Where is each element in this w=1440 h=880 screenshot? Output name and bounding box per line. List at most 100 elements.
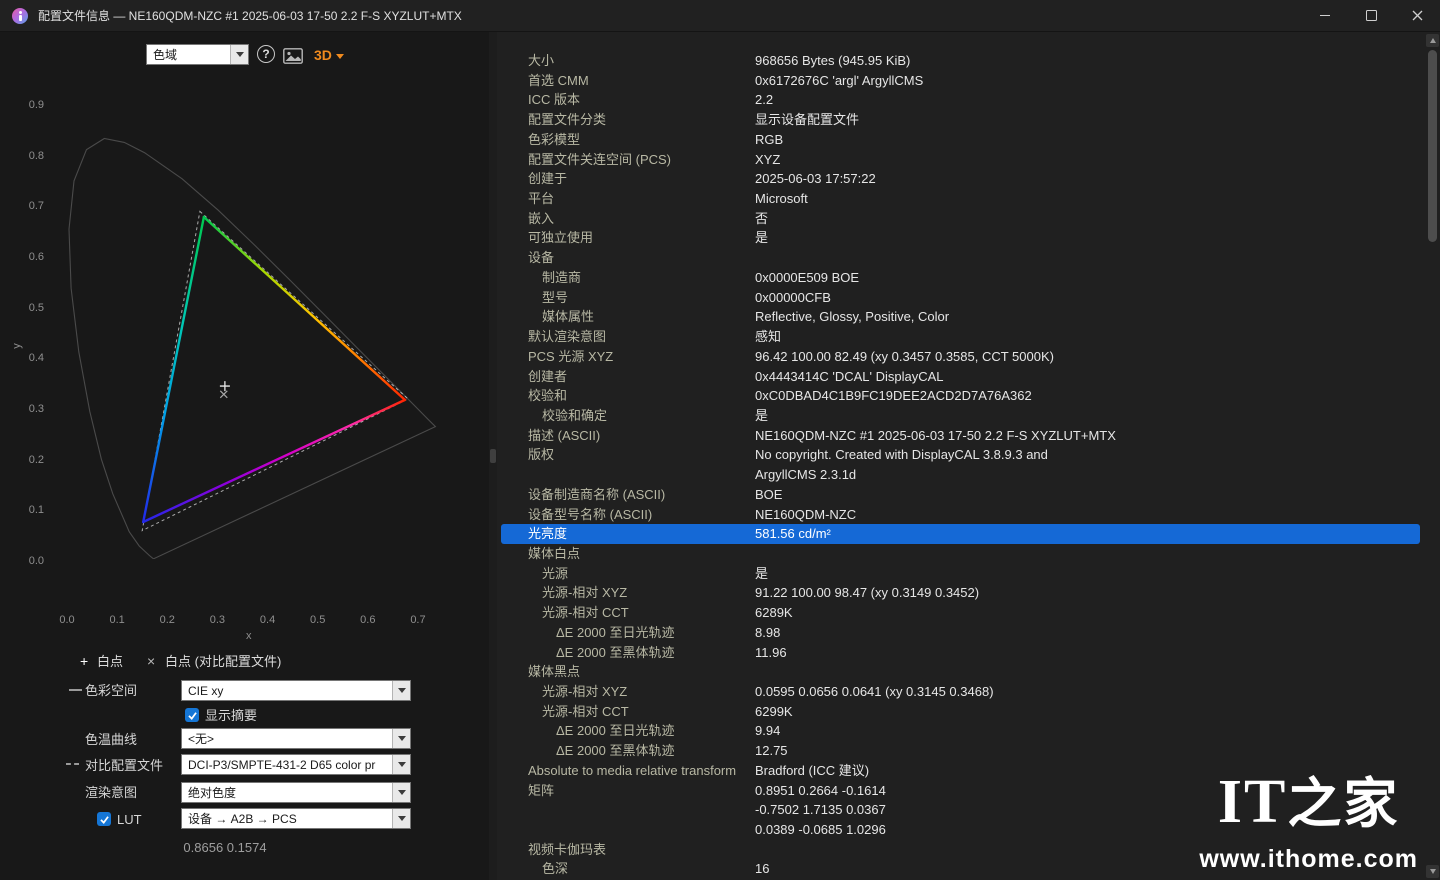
property-value: 11.96 bbox=[755, 643, 1420, 663]
show-summary-label: 显示摘要 bbox=[205, 708, 257, 723]
property-value: 9.94 bbox=[755, 721, 1420, 741]
temperature-curve-label: 色温曲线 bbox=[85, 732, 137, 747]
rendering-intent-value: 绝对色度 bbox=[182, 783, 392, 802]
property-row[interactable]: 色彩模型RGB bbox=[501, 130, 1420, 150]
property-value: 0.0595 0.0656 0.0641 (xy 0.3145 0.3468) bbox=[755, 682, 1420, 702]
property-label: 大小 bbox=[501, 51, 755, 71]
minimize-icon bbox=[1320, 15, 1330, 17]
property-row[interactable]: 媒体黑点 bbox=[501, 662, 1420, 682]
property-row[interactable]: 光源-相对 CCT6299K bbox=[501, 702, 1420, 722]
property-row[interactable]: 设备型号名称 (ASCII)NE160QDM-NZC bbox=[501, 505, 1420, 525]
property-row[interactable]: ΔE 2000 至日光轨迹9.94 bbox=[501, 721, 1420, 741]
chevron-up-icon bbox=[1430, 38, 1436, 43]
property-value: 否 bbox=[755, 209, 1420, 229]
panel-splitter[interactable] bbox=[489, 32, 497, 880]
property-label: 光源-相对 CCT bbox=[501, 702, 755, 722]
rendering-intent-label: 渲染意图 bbox=[85, 785, 137, 800]
scroll-up-button[interactable] bbox=[1426, 34, 1439, 47]
property-row[interactable]: ΔE 2000 至黑体轨迹12.75 bbox=[501, 741, 1420, 761]
property-row[interactable]: 光源-相对 XYZ91.22 100.00 98.47 (xy 0.3149 0… bbox=[501, 583, 1420, 603]
property-row[interactable]: 色深16 bbox=[501, 859, 1420, 879]
property-row[interactable]: 矩阵0.8951 0.2664 -0.1614 -0.7502 1.7135 0… bbox=[501, 781, 1420, 840]
property-row[interactable]: 配置文件分类显示设备配置文件 bbox=[501, 110, 1420, 130]
property-row[interactable]: 制造商0x0000E509 BOE bbox=[501, 268, 1420, 288]
property-row[interactable]: 首选 CMM0x6172676C 'argl' ArgyllCMS bbox=[501, 71, 1420, 91]
property-row[interactable]: 校验和0xC0DBAD4C1B9FC19DEE2ACD2D7A76A362 bbox=[501, 386, 1420, 406]
property-value: 6299K bbox=[755, 702, 1420, 722]
property-label: 光亮度 bbox=[501, 524, 755, 544]
property-label: 设备制造商名称 (ASCII) bbox=[501, 485, 755, 505]
property-row[interactable]: 描述 (ASCII)NE160QDM-NZC #1 2025-06-03 17-… bbox=[501, 426, 1420, 446]
temperature-curve-select[interactable]: <无> bbox=[181, 728, 411, 749]
property-value: 968656 Bytes (945.95 KiB) bbox=[755, 51, 1420, 71]
property-row[interactable]: 媒体白点 bbox=[501, 544, 1420, 564]
colorspace-select[interactable]: CIE xy bbox=[181, 680, 411, 701]
property-value: 是 bbox=[755, 228, 1420, 248]
lut-checkbox[interactable] bbox=[97, 812, 111, 826]
property-label: 默认渲染意图 bbox=[501, 327, 755, 347]
property-row[interactable]: 设备制造商名称 (ASCII)BOE bbox=[501, 485, 1420, 505]
property-row[interactable]: 大小968656 Bytes (945.95 KiB) bbox=[501, 51, 1420, 71]
app-info-icon bbox=[12, 8, 28, 24]
show-summary-checkbox[interactable] bbox=[185, 708, 199, 722]
property-label: Absolute to media relative transform bbox=[501, 761, 755, 781]
property-label: 版权 bbox=[501, 445, 755, 465]
property-value: 0xC0DBAD4C1B9FC19DEE2ACD2D7A76A362 bbox=[755, 386, 1420, 406]
property-row[interactable]: 平台Microsoft bbox=[501, 189, 1420, 209]
comparison-profile-value: DCI-P3/SMPTE-431-2 D65 color pr bbox=[182, 755, 392, 774]
property-row[interactable]: ΔE 2000 至日光轨迹8.98 bbox=[501, 623, 1420, 643]
property-label: 媒体属性 bbox=[501, 307, 755, 327]
property-label: 创建于 bbox=[501, 169, 755, 189]
property-label: 型号 bbox=[501, 288, 755, 308]
scroll-down-button[interactable] bbox=[1426, 865, 1439, 878]
property-row[interactable]: ICC 版本2.2 bbox=[501, 90, 1420, 110]
property-row[interactable]: 设备 bbox=[501, 248, 1420, 268]
minimize-button[interactable] bbox=[1302, 0, 1348, 31]
property-row[interactable]: ΔE 2000 至黑体轨迹11.96 bbox=[501, 643, 1420, 663]
property-value: Bradford (ICC 建议) bbox=[755, 761, 1420, 781]
property-row[interactable]: 嵌入否 bbox=[501, 209, 1420, 229]
maximize-button[interactable] bbox=[1348, 0, 1394, 31]
property-row[interactable]: 型号0x00000CFB bbox=[501, 288, 1420, 308]
gamut-svg bbox=[0, 32, 497, 880]
property-label: 创建者 bbox=[501, 367, 755, 387]
close-button[interactable] bbox=[1394, 0, 1440, 31]
property-value: Microsoft bbox=[755, 189, 1420, 209]
property-row[interactable]: 版权No copyright. Created with DisplayCAL … bbox=[501, 445, 1420, 484]
rendering-intent-select[interactable]: 绝对色度 bbox=[181, 782, 411, 803]
lut-select[interactable]: 设备 → A2B → PCS bbox=[181, 808, 411, 829]
property-row[interactable]: 可独立使用是 bbox=[501, 228, 1420, 248]
property-row-selected[interactable]: 光亮度581.56 cd/m² bbox=[501, 524, 1420, 544]
property-row[interactable]: 创建者0x4443414C 'DCAL' DisplayCAL bbox=[501, 367, 1420, 387]
property-label: 嵌入 bbox=[501, 209, 755, 229]
property-row[interactable]: Absolute to media relative transformBrad… bbox=[501, 761, 1420, 781]
check-icon bbox=[99, 814, 110, 825]
property-row[interactable]: PCS 光源 XYZ96.42 100.00 82.49 (xy 0.3457 … bbox=[501, 347, 1420, 367]
property-value: 是 bbox=[755, 406, 1420, 426]
scrollbar-thumb[interactable] bbox=[1428, 50, 1437, 242]
property-value: 0x00000CFB bbox=[755, 288, 1420, 308]
property-value: 8.98 bbox=[755, 623, 1420, 643]
property-row[interactable]: 光源是 bbox=[501, 564, 1420, 584]
comparison-profile-select[interactable]: DCI-P3/SMPTE-431-2 D65 color pr bbox=[181, 754, 411, 775]
property-row[interactable]: 光源-相对 XYZ0.0595 0.0656 0.0641 (xy 0.3145… bbox=[501, 682, 1420, 702]
property-value: RGB bbox=[755, 130, 1420, 150]
gamut-panel: 色域 ? 3D 0.90.80.70.60.50.40.30.20.10.00.… bbox=[0, 32, 497, 880]
property-label: 描述 (ASCII) bbox=[501, 426, 755, 446]
property-label: 视频卡伽玛表 bbox=[501, 840, 755, 860]
chromaticity-chart[interactable] bbox=[0, 32, 497, 880]
property-value: 是 bbox=[755, 564, 1420, 584]
x-axis-label: x bbox=[246, 630, 252, 642]
property-label: 设备 bbox=[501, 248, 755, 268]
property-row[interactable]: 视频卡伽玛表 bbox=[501, 840, 1420, 860]
property-value: 91.22 100.00 98.47 (xy 0.3149 0.3452) bbox=[755, 583, 1420, 603]
property-row[interactable]: 媒体属性Reflective, Glossy, Positive, Color bbox=[501, 307, 1420, 327]
property-row[interactable]: 配置文件关连空间 (PCS)XYZ bbox=[501, 150, 1420, 170]
property-row[interactable]: 创建于2025-06-03 17:57:22 bbox=[501, 169, 1420, 189]
property-label: 媒体白点 bbox=[501, 544, 755, 564]
property-label: 可独立使用 bbox=[501, 228, 755, 248]
property-row[interactable]: 默认渲染意图感知 bbox=[501, 327, 1420, 347]
property-row[interactable]: 校验和确定是 bbox=[501, 406, 1420, 426]
scrollbar[interactable] bbox=[1426, 34, 1439, 878]
property-row[interactable]: 光源-相对 CCT6289K bbox=[501, 603, 1420, 623]
